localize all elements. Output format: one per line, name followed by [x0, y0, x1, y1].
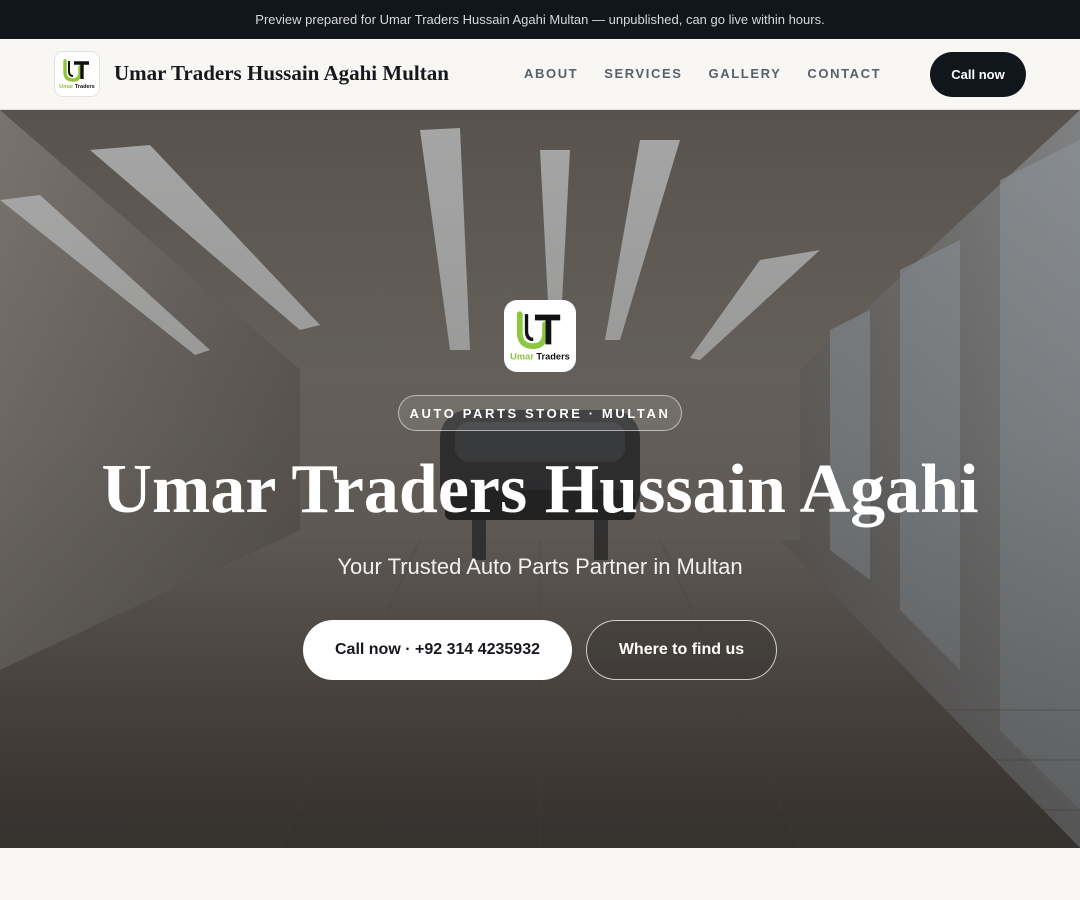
nav-link-services[interactable]: SERVICES — [604, 66, 682, 81]
hero-logo: Umar Traders — [504, 300, 576, 372]
svg-text:Umar Traders: Umar Traders — [510, 352, 570, 362]
hero-title: Umar Traders Hussain Agahi — [101, 451, 979, 528]
brand-logo[interactable]: Umar Traders — [54, 51, 100, 97]
hero-section: Umar Traders AUTO PARTS STORE · MULTAN U… — [0, 110, 1080, 848]
find-us-button[interactable]: Where to find us — [586, 620, 777, 680]
hero-subtitle: Your Trusted Auto Parts Partner in Multa… — [337, 554, 743, 579]
brand-name[interactable]: Umar Traders Hussain Agahi Multan — [114, 61, 449, 86]
nav-link-gallery[interactable]: GALLERY — [709, 66, 782, 81]
call-phone-button[interactable]: Call now · +92 314 4235932 — [303, 620, 572, 680]
umar-traders-logo-icon: Umar Traders — [59, 59, 95, 90]
svg-text:Umar Traders: Umar Traders — [59, 84, 94, 90]
main-nav: ABOUT SERVICES GALLERY CONTACT — [524, 66, 881, 81]
nav-link-contact[interactable]: CONTACT — [807, 66, 881, 81]
preview-banner-text: Preview prepared for Umar Traders Hussai… — [255, 12, 825, 27]
nav-link-about[interactable]: ABOUT — [524, 66, 578, 81]
site-header: Umar Traders Umar Traders Hussain Agahi … — [0, 39, 1080, 110]
next-section — [0, 848, 1080, 900]
category-badge: AUTO PARTS STORE · MULTAN — [398, 395, 682, 431]
preview-banner: Preview prepared for Umar Traders Hussai… — [0, 0, 1080, 39]
call-now-button[interactable]: Call now — [930, 52, 1026, 97]
umar-traders-logo-icon: Umar Traders — [510, 311, 570, 362]
